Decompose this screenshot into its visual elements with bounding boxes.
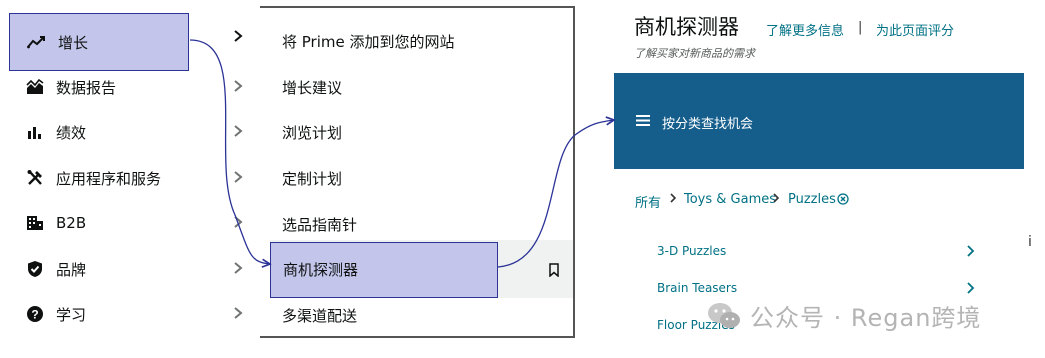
learn-more-link[interactable]: 了解更多信息 — [766, 20, 844, 39]
chevron-right-icon — [773, 193, 780, 203]
submenu-item-add-prime[interactable]: 将 Prime 添加到您的网站 — [282, 31, 455, 53]
nav-item-brand[interactable]: 品牌 — [8, 246, 252, 292]
chevron-right-icon — [234, 125, 243, 137]
question-icon: ? — [24, 303, 46, 325]
chevron-right-icon — [234, 307, 243, 319]
edge-mark: i — [1028, 234, 1032, 250]
rate-page-link[interactable]: 为此页面评分 — [876, 20, 954, 39]
chevron-right-icon — [670, 193, 677, 203]
watermark-text: 公众号 · Regan跨境 — [750, 304, 982, 332]
submenu-item-custom-plan[interactable]: 定制计划 — [282, 168, 342, 190]
submenu-item-opportunity-explorer[interactable]: 商机探测器 — [270, 242, 498, 298]
chevron-right-icon — [234, 171, 243, 183]
left-nav-menu: 增长 数据报告 绩效 应用程序和服务 B2B 品牌 ? 学习 — [0, 0, 260, 358]
bookmark-icon[interactable] — [548, 263, 560, 277]
shield-check-icon — [24, 258, 46, 280]
submenu-item-product-compass[interactable]: 选品指南针 — [282, 214, 357, 236]
banner-label: 按分类查找机会 — [662, 117, 754, 132]
submenu-item-label: 商机探测器 — [283, 261, 359, 279]
breadcrumb-puzzles: Puzzles — [788, 192, 836, 207]
category-browse-banner[interactable]: 按分类查找机会 — [614, 73, 1024, 169]
nav-item-growth[interactable]: 增长 — [9, 13, 243, 71]
nav-item-label: B2B — [56, 214, 87, 232]
svg-text:?: ? — [31, 308, 38, 322]
header-separator: | — [858, 20, 863, 35]
chevron-right-icon — [234, 30, 243, 42]
breadcrumb-all[interactable]: 所有 — [635, 192, 661, 211]
nav-item-label: 增长 — [58, 33, 89, 52]
watermark: 公众号 · Regan跨境 — [706, 298, 981, 333]
nav-item-label: 绩效 — [56, 123, 87, 142]
chevron-right-icon[interactable] — [965, 245, 975, 257]
submenu-item-browse-plan[interactable]: 浏览计划 — [282, 122, 342, 144]
nav-item-apps-services[interactable]: 应用程序和服务 — [8, 155, 252, 201]
data-report-icon — [24, 76, 46, 98]
nav-item-learn[interactable]: ? 学习 — [8, 291, 252, 337]
category-item-brain-teasers[interactable]: Brain Teasers — [657, 281, 737, 295]
bar-chart-icon — [24, 121, 46, 143]
page-subtitle: 了解买家对新商品的需求 — [634, 47, 755, 60]
submenu-item-growth-suggestions[interactable]: 增长建议 — [282, 77, 342, 99]
category-item-3d-puzzles[interactable]: 3-D Puzzles — [657, 244, 726, 258]
chevron-right-icon — [234, 80, 243, 92]
chevron-right-icon — [234, 262, 243, 274]
nav-item-label: 品牌 — [56, 260, 87, 279]
wechat-icon — [708, 302, 740, 328]
breadcrumb-toys-games[interactable]: Toys & Games — [684, 192, 776, 207]
submenu-item-multichannel[interactable]: 多渠道配送 — [282, 305, 357, 327]
hamburger-menu-icon — [636, 115, 650, 126]
nav-item-b2b[interactable]: B2B — [8, 200, 252, 246]
tools-icon — [24, 167, 46, 189]
growth-submenu: 将 Prime 添加到您的网站 增长建议 浏览计划 定制计划 选品指南针 商机探… — [260, 6, 575, 338]
clear-filter-icon[interactable] — [837, 193, 849, 205]
growth-chart-icon — [26, 31, 48, 53]
page-title: 商机探测器 — [634, 15, 739, 39]
chevron-right-icon — [234, 216, 243, 228]
chevron-right-icon[interactable] — [965, 282, 975, 294]
nav-item-label: 学习 — [56, 305, 87, 324]
nav-item-performance[interactable]: 绩效 — [8, 109, 252, 155]
nav-item-data-reports[interactable]: 数据报告 — [8, 64, 252, 110]
nav-item-label: 数据报告 — [56, 78, 117, 97]
building-icon — [24, 212, 46, 234]
nav-item-label: 应用程序和服务 — [56, 169, 162, 188]
